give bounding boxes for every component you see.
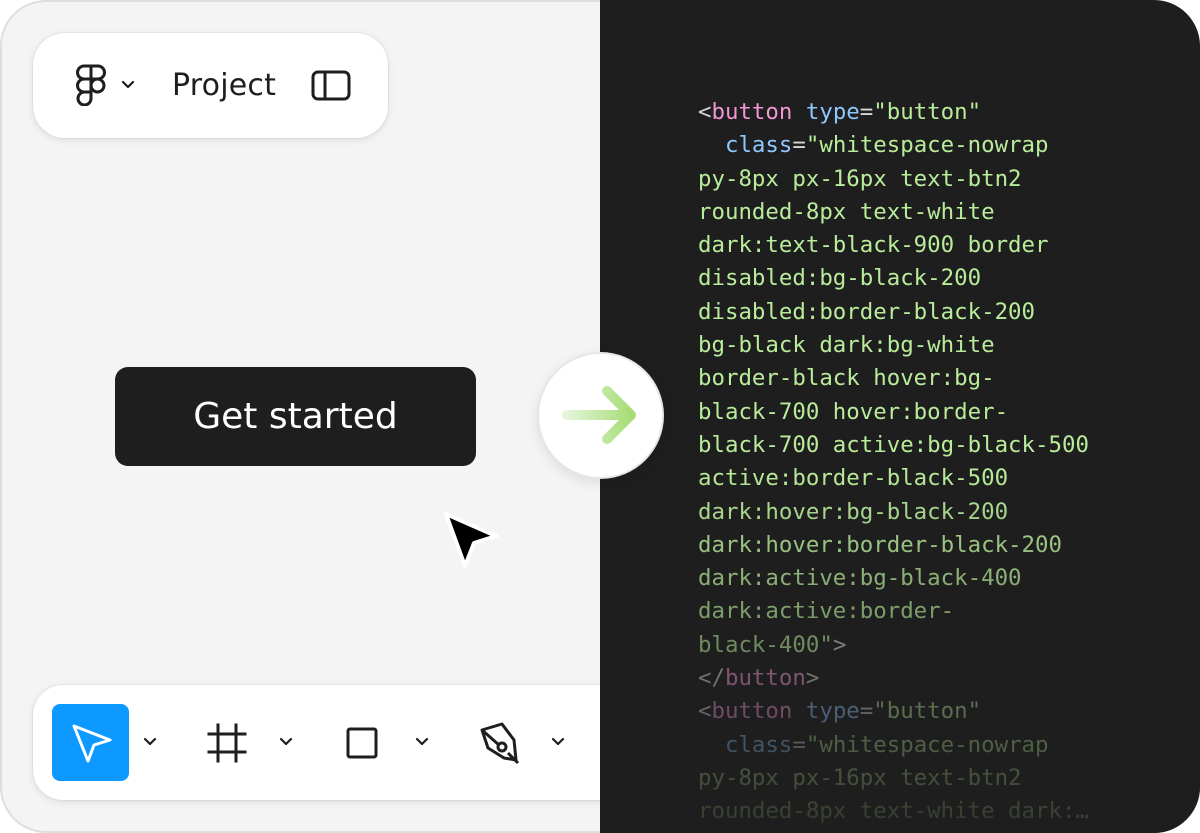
app-frame: Project Get started <button type="button…	[0, 0, 1200, 833]
code-block: <button type="button" class="whitespace-…	[698, 96, 1089, 829]
code-line: class="whitespace-nowrap	[698, 729, 1089, 762]
pen-nib-icon[interactable]	[478, 720, 524, 766]
code-token: py-8px px-16px text-btn2	[698, 165, 1022, 192]
code-token: dark:hover:bg-black-200	[698, 498, 1009, 525]
code-token: "whitespace-nowrap	[805, 731, 1049, 758]
square-icon[interactable]	[346, 727, 378, 759]
code-token: class	[724, 132, 793, 159]
code-token: active:border-black-500	[698, 465, 1009, 492]
code-token: <	[698, 99, 712, 125]
code-token: "button"	[873, 698, 982, 725]
code-token: border-black hover:bg-	[698, 365, 995, 392]
pointer-cursor-icon	[444, 512, 498, 568]
code-line: active:border-black-500	[698, 462, 1089, 495]
code-line: py-8px px-16px text-btn2	[698, 762, 1089, 795]
chevron-down-icon[interactable]	[121, 80, 135, 90]
code-token: disabled:bg-black-200	[698, 265, 982, 292]
code-line: <button type="button"	[698, 96, 1089, 129]
code-line: black-700 hover:border-	[698, 396, 1089, 429]
code-line: black-700 active:bg-black-500	[698, 429, 1089, 462]
code-token: "whitespace-nowrap	[805, 132, 1049, 159]
code-token: py-8px px-16px text-btn2	[698, 764, 1022, 791]
code-token: class	[724, 731, 793, 758]
pen-tool-chevron-icon[interactable]	[551, 737, 565, 747]
code-line: disabled:border-black-200	[698, 296, 1089, 329]
code-line: dark:hover:bg-black-200	[698, 496, 1089, 529]
code-token: black-400"	[698, 631, 833, 658]
code-token: =	[859, 99, 874, 125]
code-token: dark:active:border-	[698, 598, 955, 625]
code-token: disabled:border-black-200	[698, 298, 1036, 325]
code-line: py-8px px-16px text-btn2	[698, 163, 1089, 196]
code-line: black-400">	[698, 629, 1089, 662]
code-token: =	[792, 731, 806, 758]
code-line: disabled:bg-black-200	[698, 262, 1089, 295]
code-token: rounded-8px text-white dark:…	[698, 798, 1089, 825]
code-token: black-700 active:bg-black-500	[698, 431, 1089, 458]
code-token: black-700 hover:border-	[698, 398, 1009, 425]
code-line: dark:hover:border-black-200	[698, 529, 1089, 562]
figma-logo-icon[interactable]	[76, 64, 106, 106]
convert-arrow-button	[539, 354, 662, 477]
shape-tool-chevron-icon[interactable]	[415, 737, 429, 747]
code-line: </button>	[698, 662, 1089, 695]
move-tool-chevron-icon[interactable]	[143, 737, 157, 747]
sidebar-panel-icon[interactable]	[311, 70, 351, 102]
project-title[interactable]: Project	[172, 66, 276, 106]
code-line: bg-black dark:bg-white	[698, 329, 1089, 362]
code-token: >	[805, 665, 820, 692]
code-token: dark:text-black-900 border	[698, 232, 1049, 259]
code-line: dark:text-black-900 border	[698, 229, 1089, 262]
frame-tool-chevron-icon[interactable]	[279, 737, 293, 747]
code-token: =	[859, 698, 874, 725]
code-token: >	[832, 631, 847, 658]
code-token: rounded-8px text-white	[698, 198, 995, 225]
code-line: border-black hover:bg-	[698, 362, 1089, 395]
code-panel: <button type="button" class="whitespace-…	[600, 0, 1200, 833]
move-arrow-icon	[72, 724, 112, 763]
arrow-right-icon	[562, 386, 636, 444]
code-token: bg-black dark:bg-white	[698, 332, 995, 359]
code-token: </	[698, 665, 725, 692]
code-token: type	[805, 698, 860, 725]
code-line: class="whitespace-nowrap	[698, 129, 1089, 162]
code-token: dark:hover:border-black-200	[698, 531, 1062, 558]
code-line: rounded-8px text-white dark:…	[698, 795, 1089, 828]
code-token: =	[792, 132, 806, 159]
frame-hash-icon[interactable]	[206, 722, 248, 764]
code-line: rounded-8px text-white	[698, 196, 1089, 229]
code-token: type	[805, 99, 860, 125]
get-started-button[interactable]: Get started	[115, 367, 476, 466]
code-token: "button"	[873, 99, 982, 125]
code-line: dark:active:bg-black-400	[698, 562, 1089, 595]
code-token: button	[724, 665, 806, 692]
code-token: dark:active:bg-black-400	[698, 565, 1022, 592]
code-token: button	[711, 99, 793, 125]
code-token: <	[698, 698, 712, 725]
code-line: dark:active:border-	[698, 595, 1089, 628]
code-token: button	[711, 698, 793, 725]
design-canvas[interactable]: Project Get started	[0, 0, 673, 833]
code-line: <button type="button"	[698, 695, 1089, 728]
